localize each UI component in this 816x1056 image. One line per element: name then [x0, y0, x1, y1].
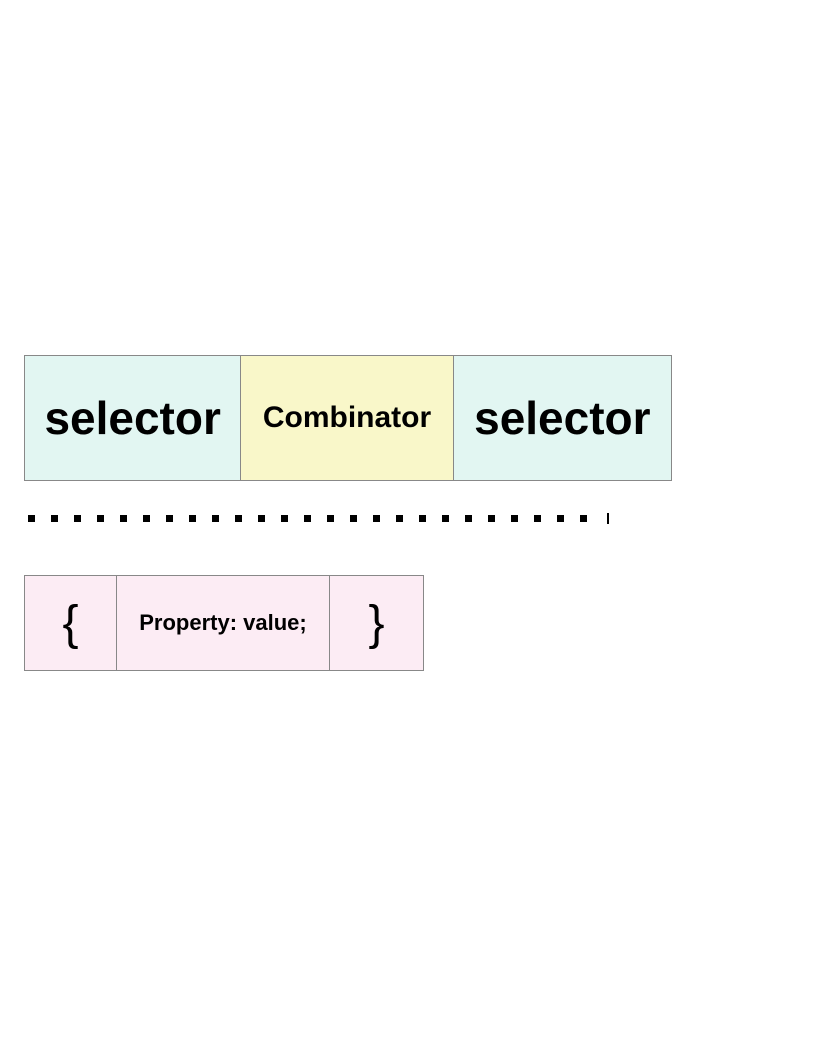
- declaration-row: { Property: value; }: [24, 575, 424, 671]
- ellipsis-divider: [24, 498, 616, 538]
- selector-box-left: selector: [25, 356, 240, 480]
- property-value-box: Property: value;: [117, 576, 329, 670]
- selector-box-right: selector: [454, 356, 671, 480]
- selector-row: selector Combinator selector: [24, 355, 672, 481]
- close-brace-box: }: [329, 576, 423, 670]
- combinator-box: Combinator: [240, 356, 453, 480]
- open-brace-box: {: [25, 576, 117, 670]
